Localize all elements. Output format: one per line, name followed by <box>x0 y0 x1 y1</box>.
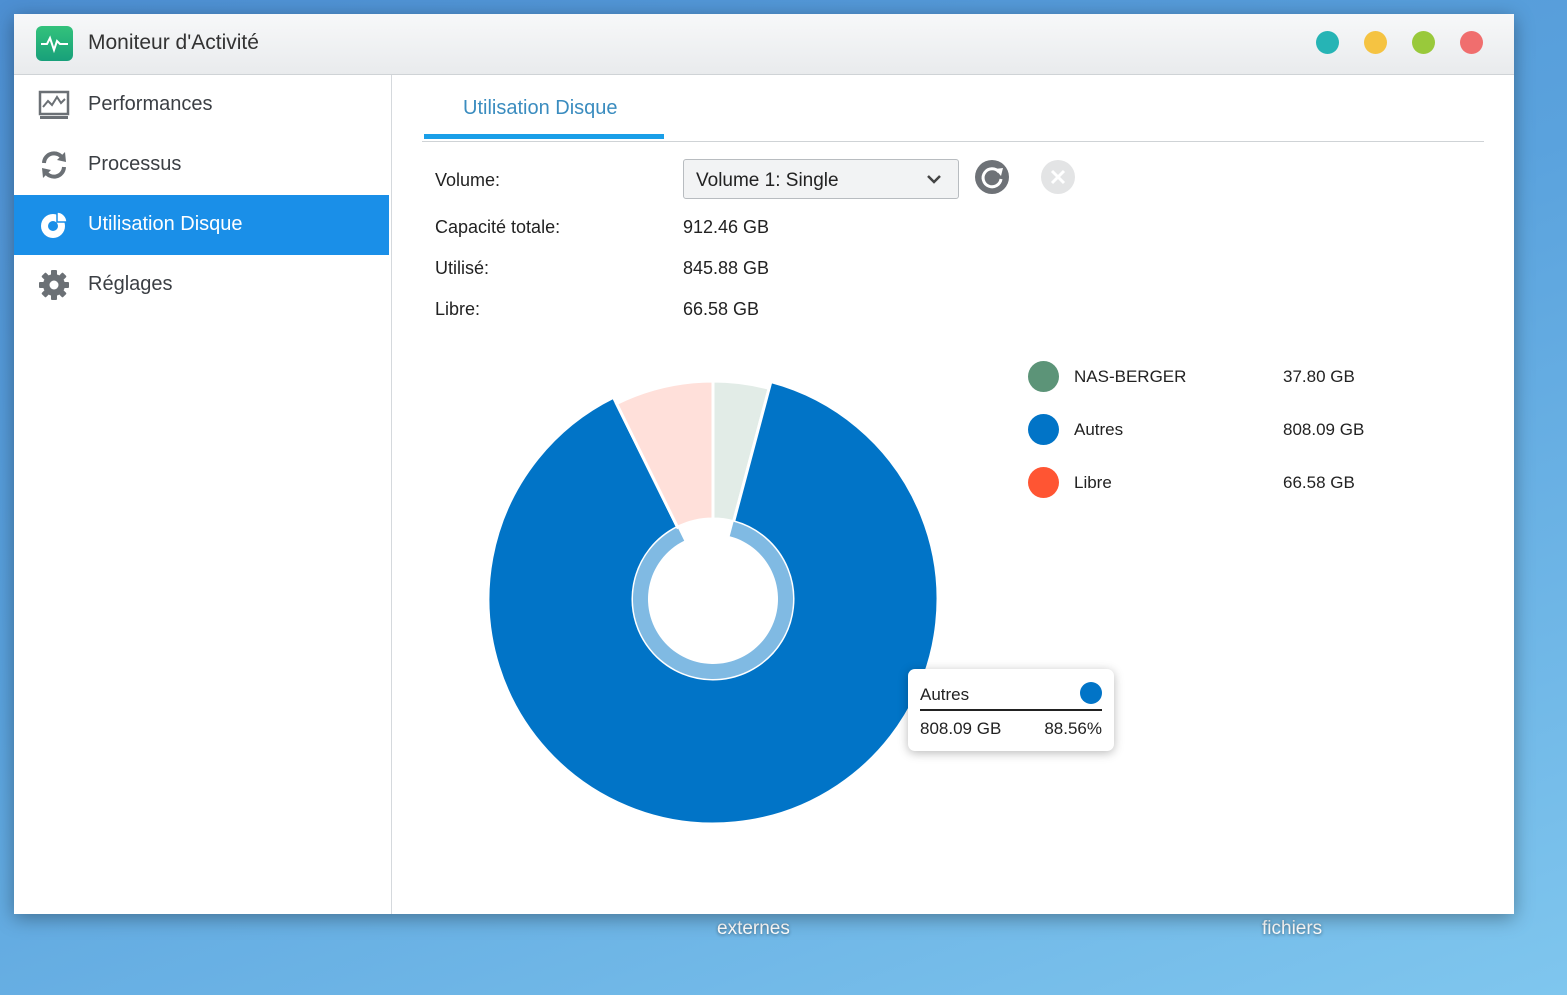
close-icon <box>1050 169 1066 185</box>
legend-series-size: 66.58 GB <box>1283 473 1355 492</box>
stat-value: 845.88 GB <box>683 258 770 278</box>
volume-label: Volume: <box>435 170 501 190</box>
volume-select-value: Volume 1: Single <box>696 170 839 191</box>
tab-utilisation-disque[interactable]: Utilisation Disque <box>424 75 664 139</box>
activity-monitor-app-icon <box>36 26 73 61</box>
tooltip-series-name: Autres <box>920 685 970 704</box>
legend-color-swatch <box>1028 467 1059 498</box>
title-bar[interactable]: Moniteur d'Activité <box>14 14 1514 75</box>
legend-series-name: Autres <box>1074 420 1124 439</box>
tooltip-color-dot <box>1080 682 1102 704</box>
chevron-down-icon <box>927 175 941 184</box>
pie-disk-icon <box>38 209 70 241</box>
main-content: Utilisation Disque Volume: Volume 1: Sin… <box>392 75 1514 914</box>
sidebar-item-performances[interactable]: Performances <box>14 75 389 135</box>
tooltip-size: 808.09 GB <box>920 719 1002 738</box>
legend-color-swatch <box>1028 361 1059 392</box>
legend-series-name: NAS-BERGER <box>1074 367 1187 386</box>
refresh-icon <box>981 167 1003 189</box>
gear-icon <box>38 269 70 301</box>
restore-window-button[interactable] <box>1316 31 1339 54</box>
stat-value: 66.58 GB <box>683 299 760 319</box>
refresh-cycle-icon <box>38 149 70 181</box>
minimize-window-button[interactable] <box>1364 31 1387 54</box>
donut-hover-ring <box>633 521 793 679</box>
sidebar-item-label: Réglages <box>88 273 173 295</box>
tab-label: Utilisation Disque <box>463 97 618 119</box>
sidebar-item-processus[interactable]: Processus <box>14 135 389 195</box>
close-window-button[interactable] <box>1460 31 1483 54</box>
sidebar-item-utilisation-disque[interactable]: Utilisation Disque <box>14 195 389 255</box>
sidebar-item-reglages[interactable]: Réglages <box>14 255 389 315</box>
sidebar-item-label: Performances <box>88 93 213 115</box>
chart-tooltip: Autres 808.09 GB 88.56% <box>908 669 1114 751</box>
stat-label: Utilisé: <box>435 258 490 278</box>
chart-monitor-icon <box>38 89 70 121</box>
cancel-button[interactable] <box>1041 160 1075 194</box>
desktop-label-externes[interactable]: externes <box>717 918 790 940</box>
tab-divider <box>422 141 1484 142</box>
maximize-window-button[interactable] <box>1412 31 1435 54</box>
legend-color-swatch <box>1028 414 1059 445</box>
stat-value: 912.46 GB <box>683 217 770 237</box>
legend-series-size: 37.80 GB <box>1283 367 1355 386</box>
sidebar: Performances Processus Utilisation Disqu… <box>14 75 392 914</box>
legend-series-size: 808.09 GB <box>1283 420 1365 439</box>
volume-select[interactable]: Volume 1: Single <box>683 159 959 199</box>
legend-series-name: Libre <box>1074 473 1112 492</box>
window-title: Moniteur d'Activité <box>88 31 259 54</box>
sidebar-item-label: Processus <box>88 153 182 175</box>
tooltip-divider <box>920 709 1102 711</box>
stat-label: Libre: <box>435 299 481 319</box>
disk-usage-donut-chart <box>488 379 938 826</box>
tooltip-percent: 88.56% <box>1044 719 1102 738</box>
stat-label: Capacité totale: <box>435 217 561 237</box>
sidebar-item-label: Utilisation Disque <box>88 213 243 235</box>
activity-monitor-window: Moniteur d'Activité Performances Process… <box>14 14 1514 914</box>
desktop-label-fichiers[interactable]: fichiers <box>1262 918 1322 940</box>
refresh-button[interactable] <box>975 160 1009 194</box>
